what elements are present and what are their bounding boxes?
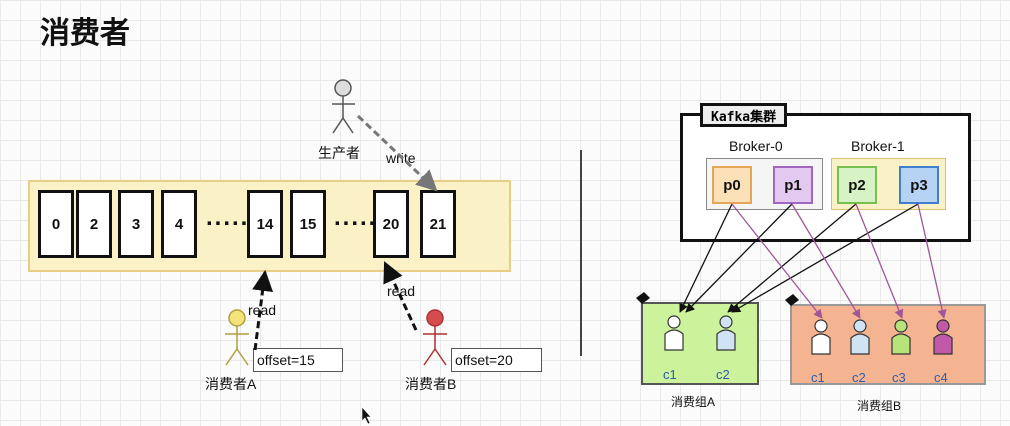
write-label: write <box>386 150 416 166</box>
log-cell: 14 <box>247 190 283 258</box>
group-b-label: 消费组B <box>857 399 902 413</box>
cluster-title: Kafka集群 <box>700 103 788 127</box>
consumer-b-label: 消费者B <box>405 376 457 392</box>
log-cell: 4 <box>161 190 197 258</box>
group-a-label: 消费组A <box>671 395 716 409</box>
offset-tag-b: offset=20 <box>451 348 542 372</box>
offset-tag-a: offset=15 <box>253 348 343 372</box>
group-a-consumer: c2 <box>716 367 730 382</box>
read-label-a: read <box>248 302 277 318</box>
log-cell: 2 <box>76 190 112 258</box>
group-a-consumer: c1 <box>663 367 677 382</box>
group-b-consumer: c4 <box>934 370 948 385</box>
log-cell: 15 <box>290 190 326 258</box>
mouse-cursor-icon <box>361 406 372 425</box>
log-cell: 3 <box>118 190 154 258</box>
group-b-consumer: c2 <box>852 370 866 385</box>
log-cell: 20 <box>373 190 409 258</box>
consumer-b-figure-icon <box>423 309 447 366</box>
read-label-b: read <box>387 283 416 299</box>
partition-p0: p0 <box>712 166 752 204</box>
log-ellipsis: ..... <box>206 204 250 231</box>
producer-figure-icon <box>332 79 355 134</box>
section-divider <box>580 150 582 356</box>
page-title: 消费者 <box>40 17 130 50</box>
log-cell: 21 <box>420 190 456 258</box>
consumer-group-a <box>641 302 759 385</box>
partition-p2: p2 <box>837 166 877 204</box>
broker-1-label: Broker-1 <box>851 138 905 154</box>
consumer-a-figure-icon <box>225 309 249 366</box>
log-ellipsis: ..... <box>334 204 378 231</box>
consumer-a-label: 消费者A <box>205 376 257 392</box>
broker-0-label: Broker-0 <box>729 138 783 154</box>
group-b-consumer: c1 <box>811 370 825 385</box>
producer-label: 生产者 <box>318 145 360 161</box>
log-cell: 0 <box>38 190 74 258</box>
partition-p1: p1 <box>773 166 813 204</box>
group-b-consumer: c3 <box>892 370 906 385</box>
partition-p3: p3 <box>899 166 939 204</box>
